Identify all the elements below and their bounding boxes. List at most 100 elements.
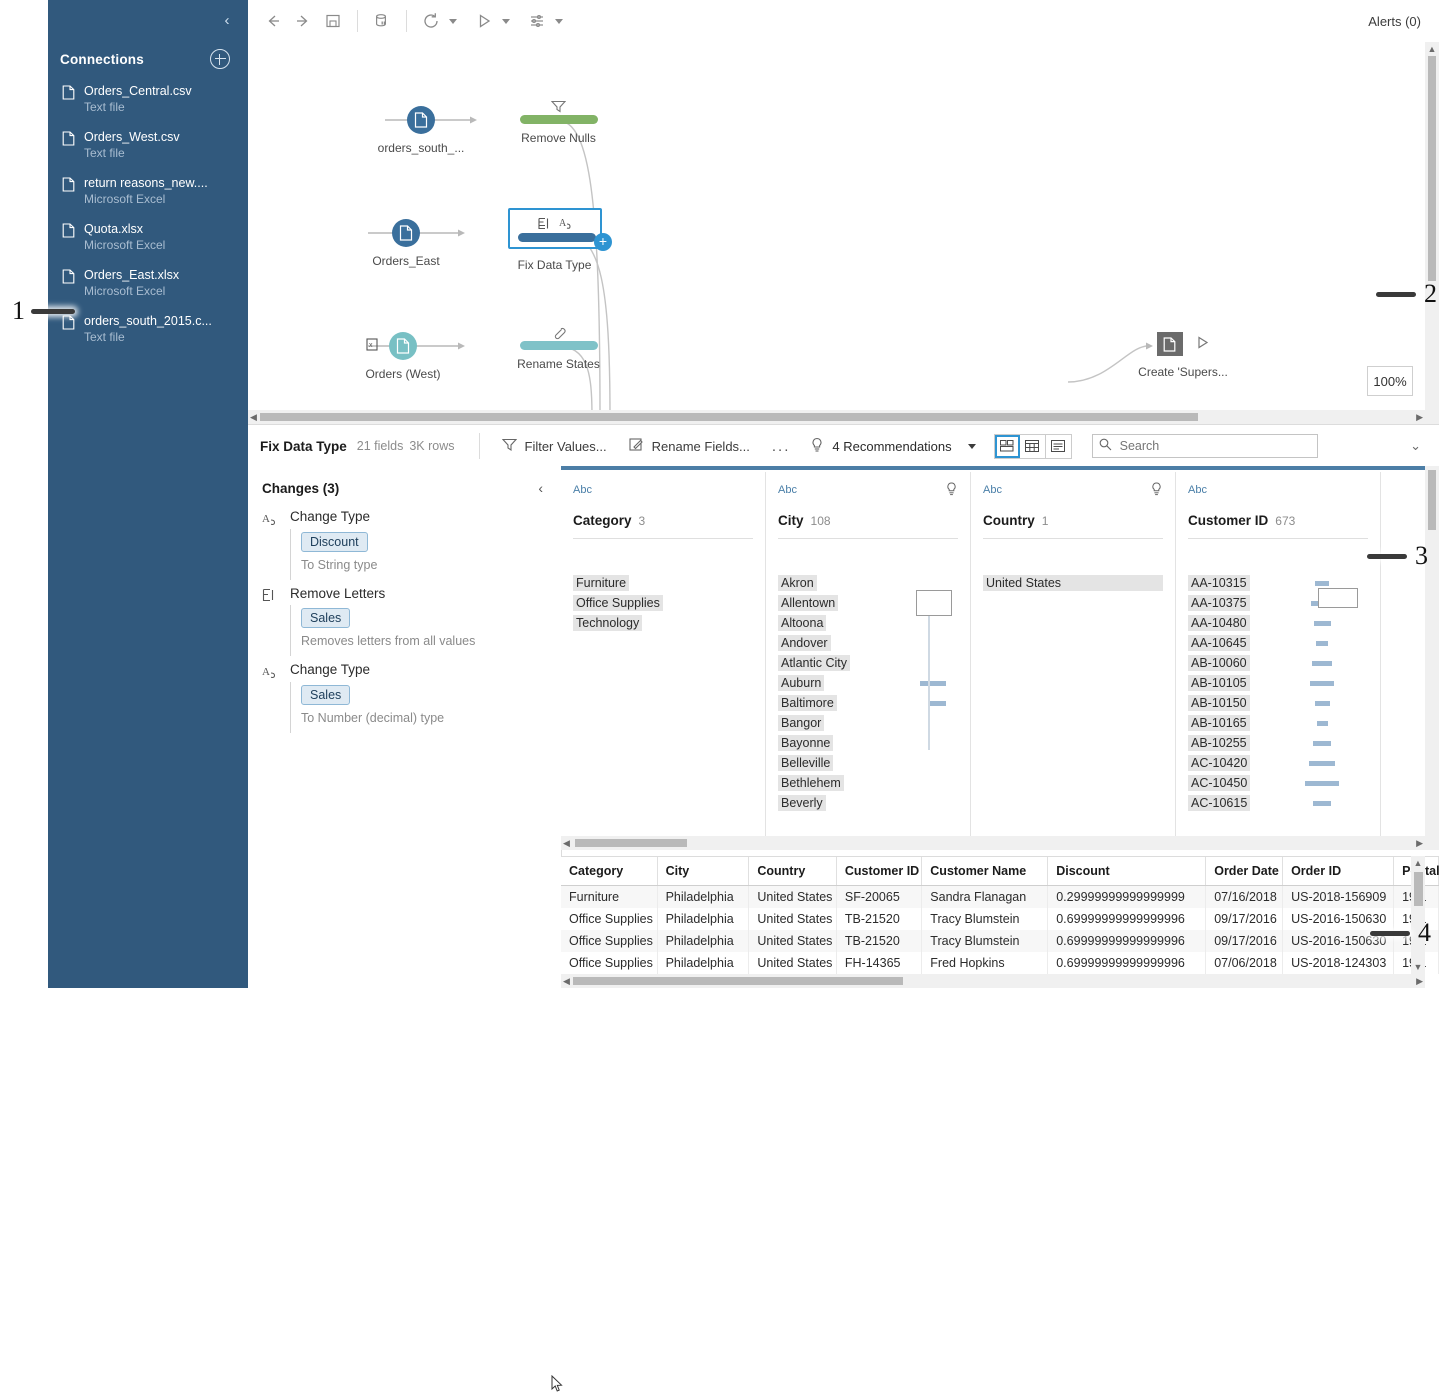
connection-item[interactable]: Quota.xlsx Microsoft Excel — [48, 214, 248, 260]
value-row[interactable]: Furniture — [573, 573, 753, 593]
value-row[interactable]: AA-10480 — [1188, 613, 1368, 633]
flow-node-remove-nulls[interactable]: Remove Nulls — [471, 98, 646, 145]
value-row[interactable]: AB-10150 — [1188, 693, 1368, 713]
recommendations-caret-icon[interactable] — [968, 444, 976, 449]
run-caret-icon[interactable] — [502, 19, 510, 24]
value-row[interactable]: AB-10060 — [1188, 653, 1368, 673]
scrollbar-thumb[interactable] — [260, 413, 1198, 421]
column-header[interactable]: Order Date — [1206, 857, 1283, 886]
scrollbar-thumb[interactable] — [573, 977, 903, 985]
flow-vertical-scrollbar[interactable]: ▲ — [1425, 42, 1439, 424]
profile-card[interactable]: Abc Country1 United States — [971, 472, 1176, 836]
recommendation-bulb-icon[interactable] — [1150, 482, 1163, 500]
search-box[interactable] — [1092, 434, 1318, 458]
scrollbar-thumb[interactable] — [1428, 56, 1436, 281]
filter-values-button[interactable]: Filter Values... — [502, 438, 607, 455]
scroll-right-arrow-icon[interactable]: ▶ — [1416, 412, 1423, 423]
field-datatype[interactable]: Abc — [983, 484, 1163, 496]
forward-arrow-icon[interactable] — [288, 6, 318, 36]
column-header[interactable]: Customer Name — [922, 857, 1048, 886]
connection-item[interactable]: Orders_Central.csv Text file — [48, 76, 248, 122]
column-header[interactable]: Customer ID — [836, 857, 921, 886]
connection-item[interactable]: orders_south_2015.c... Text file — [48, 306, 248, 352]
profile-card[interactable]: Abc Category3 Furniture Office Supplies … — [561, 472, 766, 836]
profile-vertical-scrollbar[interactable] — [1425, 466, 1439, 850]
value-row[interactable]: Altoona — [778, 613, 958, 633]
value-row[interactable]: Auburn — [778, 673, 958, 693]
flow-node-orders-west[interactable]: x Orders (West) — [323, 332, 483, 381]
expand-panel-icon[interactable]: ⌄ — [1410, 438, 1421, 454]
profile-card[interactable]: Abc Customer ID673 AA-10315 AA-10375 AA-… — [1176, 472, 1381, 836]
scroll-right-arrow-icon[interactable]: ▶ — [1416, 838, 1423, 849]
column-header[interactable]: Discount — [1048, 857, 1206, 886]
value-row[interactable]: AC-10450 — [1188, 773, 1368, 793]
run-flow-icon[interactable] — [469, 6, 499, 36]
scroll-left-arrow-icon[interactable]: ◀ — [563, 838, 570, 849]
zoom-level-indicator[interactable]: 100% — [1367, 366, 1413, 396]
connection-item[interactable]: Orders_West.csv Text file — [48, 122, 248, 168]
column-header[interactable]: City — [657, 857, 749, 886]
change-item[interactable]: Remove Letters Sales Removes letters fro… — [248, 583, 561, 659]
flow-node-create-superstore[interactable]: Create 'Supers... — [1103, 332, 1263, 379]
value-row[interactable]: Bayonne — [778, 733, 958, 753]
value-row[interactable]: Beverly — [778, 793, 958, 813]
recommendation-bulb-icon[interactable] — [945, 482, 958, 500]
flow-node-rename-states[interactable]: Rename States — [471, 324, 646, 371]
value-row[interactable]: Office Supplies — [573, 593, 753, 613]
column-header[interactable]: Order ID — [1283, 857, 1394, 886]
value-row[interactable]: AC-10420 — [1188, 753, 1368, 773]
column-header[interactable]: Category — [561, 857, 657, 886]
value-row[interactable]: AB-10255 — [1188, 733, 1368, 753]
value-row[interactable]: United States — [983, 573, 1163, 593]
field-datatype[interactable]: Abc — [1188, 484, 1368, 496]
back-arrow-icon[interactable] — [258, 6, 288, 36]
connection-item[interactable]: Orders_East.xlsx Microsoft Excel — [48, 260, 248, 306]
more-options-button[interactable]: ... — [772, 438, 791, 455]
profile-view-icon[interactable] — [995, 435, 1020, 458]
scroll-left-arrow-icon[interactable]: ◀ — [563, 976, 570, 987]
value-row[interactable]: Bangor — [778, 713, 958, 733]
field-datatype[interactable]: Abc — [778, 484, 958, 496]
grid-horizontal-scrollbar[interactable]: ◀ ▶ — [561, 974, 1425, 988]
save-icon[interactable] — [318, 6, 348, 36]
histogram-selection-box[interactable] — [1318, 588, 1358, 608]
scroll-up-arrow-icon[interactable]: ▲ — [1425, 44, 1439, 54]
pause-database-icon[interactable] — [367, 6, 397, 36]
table-row[interactable]: FurniturePhiladelphiaUnited StatesSF-200… — [561, 886, 1439, 909]
flow-canvas[interactable]: orders_south_... Remove Nulls Orders_Eas… — [248, 42, 1425, 410]
alerts-label[interactable]: Alerts (0) — [1368, 14, 1421, 29]
scrollbar-thumb[interactable] — [1428, 470, 1436, 530]
connection-item[interactable]: return reasons_new.... Microsoft Excel — [48, 168, 248, 214]
flow-node-fix-data-type[interactable]: A + Fix Data Type — [467, 208, 642, 272]
value-row[interactable]: Andover — [778, 633, 958, 653]
value-row[interactable]: Bethlehem — [778, 773, 958, 793]
add-connection-button[interactable] — [210, 49, 230, 69]
profile-card[interactable]: Abc City108 Akron Allentown Altoona Ando… — [766, 472, 971, 836]
value-row[interactable]: AA-10645 — [1188, 633, 1368, 653]
flow-node-orders-east[interactable]: Orders_East — [326, 219, 486, 268]
data-grid[interactable]: CategoryCityCountryCustomer IDCustomer N… — [561, 856, 1439, 988]
table-row[interactable]: Office SuppliesPhiladelphiaUnited States… — [561, 930, 1439, 952]
scroll-down-arrow-icon[interactable]: ▼ — [1411, 962, 1425, 972]
change-field-pill[interactable]: Sales — [301, 685, 350, 705]
changes-collapse-icon[interactable]: ‹ — [538, 480, 543, 496]
table-row[interactable]: Office SuppliesPhiladelphiaUnited States… — [561, 952, 1439, 974]
refresh-icon[interactable] — [416, 6, 446, 36]
grid-view-icon[interactable] — [1020, 435, 1046, 458]
run-output-icon[interactable] — [1195, 335, 1210, 353]
value-row[interactable]: AB-10165 — [1188, 713, 1368, 733]
selected-step-frame[interactable]: A — [508, 208, 602, 249]
value-row[interactable]: Belleville — [778, 753, 958, 773]
flow-horizontal-scrollbar[interactable]: ◀ ▶ — [248, 410, 1425, 424]
flow-options-icon[interactable] — [522, 6, 552, 36]
column-header[interactable]: Country — [749, 857, 837, 886]
change-field-pill[interactable]: Discount — [301, 532, 368, 552]
options-caret-icon[interactable] — [555, 19, 563, 24]
profile-horizontal-scrollbar[interactable]: ◀ ▶ — [561, 836, 1425, 850]
scroll-right-arrow-icon[interactable]: ▶ — [1416, 976, 1423, 987]
scroll-left-arrow-icon[interactable]: ◀ — [250, 412, 257, 423]
rename-fields-button[interactable]: Rename Fields... — [629, 437, 750, 455]
histogram-selection-box[interactable] — [916, 590, 952, 616]
scroll-up-arrow-icon[interactable]: ▲ — [1411, 858, 1425, 868]
table-row[interactable]: Office SuppliesPhiladelphiaUnited States… — [561, 908, 1439, 930]
